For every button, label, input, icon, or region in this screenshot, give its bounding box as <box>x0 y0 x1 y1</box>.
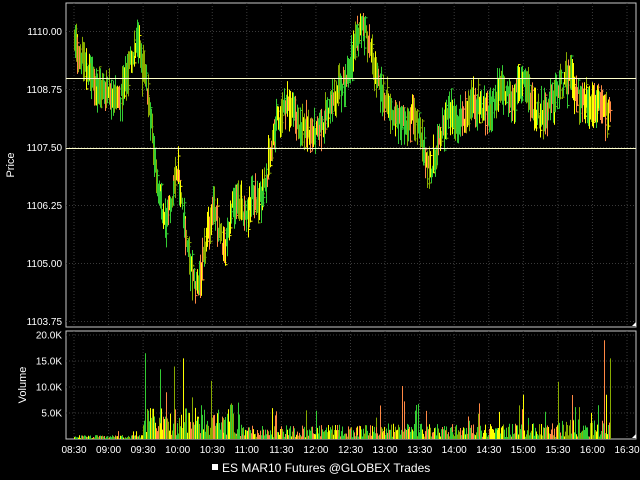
chart-root: 1110.00 1108.75 1107.50 1106.25 1105.00 1103.… <box>0 0 640 480</box>
time-tick-label: 13:30 <box>407 445 432 456</box>
time-tick-label: 16:00 <box>580 445 605 456</box>
price-y-tick-label: 1103.75 <box>27 317 63 328</box>
time-tick-label: 10:00 <box>165 445 190 456</box>
legend-swatch <box>212 464 218 470</box>
time-tick-label: 12:00 <box>303 445 328 456</box>
time-axis-tick-labels: 08:30 09:00 09:30 10:00 10:30 11:00 11:30 12:00… <box>61 445 639 456</box>
time-tick-label: 09:00 <box>96 445 121 456</box>
price-y-tick-label: 1107.50 <box>27 143 63 154</box>
legend: ES MAR10 Futures @GLOBEX Trades <box>212 461 430 475</box>
time-tick-label: 10:30 <box>200 445 225 456</box>
time-tick-label: 14:00 <box>442 445 467 456</box>
volume-y-tick-label: 20.0K <box>36 331 62 342</box>
price-panel: 1110.00 1108.75 1107.50 1106.25 1105.00 1103.… <box>5 2 637 328</box>
time-tick-label: 15:00 <box>511 445 536 456</box>
time-tick-label: 13:00 <box>373 445 398 456</box>
volume-y-tick-label: 15.0K <box>36 357 62 368</box>
price-y-tick-label: 1110.00 <box>27 27 62 38</box>
time-tick-label: 09:30 <box>131 445 156 456</box>
volume-axis-title: Volume <box>17 367 29 404</box>
volume-panel: 20.0K 15.0K 10.0K 5.0K Volume <box>17 330 637 440</box>
time-tick-label: 11:00 <box>235 445 260 456</box>
time-tick-label: 08:30 <box>61 445 86 456</box>
time-tick-label: 12:30 <box>338 445 363 456</box>
time-tick-label: 16:30 <box>614 445 639 456</box>
price-y-tick-label: 1106.25 <box>27 201 63 212</box>
time-tick-label: 14:30 <box>476 445 501 456</box>
price-axis-title: Price <box>5 152 17 177</box>
price-y-tick-label: 1105.00 <box>27 259 63 270</box>
volume-y-tick-label: 5.0K <box>41 409 62 420</box>
volume-y-tick-label: 10.0K <box>36 383 62 394</box>
legend-label: ES MAR10 Futures @GLOBEX Trades <box>222 461 430 475</box>
price-y-tick-label: 1108.75 <box>27 85 63 96</box>
time-tick-label: 11:30 <box>269 445 294 456</box>
time-tick-label: 15:30 <box>545 445 570 456</box>
